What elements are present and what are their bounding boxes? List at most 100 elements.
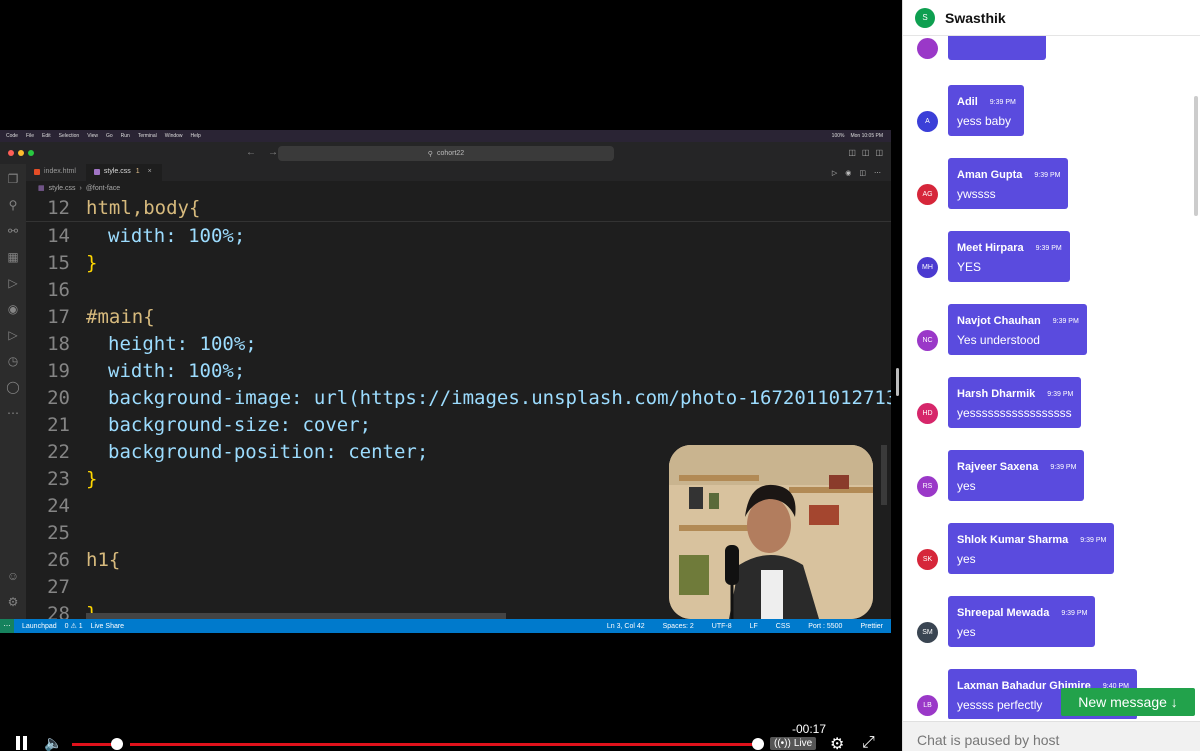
code-line: 21 background-size: cover; xyxy=(26,411,371,438)
status-encoding: UTF-8 xyxy=(711,622,732,630)
settings-gear-icon[interactable]: ⚙ xyxy=(830,734,844,751)
more-actions-icon: ⋯ xyxy=(874,169,881,177)
line-number: 27 xyxy=(47,575,70,598)
tab-label: style.css xyxy=(103,168,131,175)
tab-style-css: style.css 1 × xyxy=(85,164,162,181)
code-text: background-image: url(https://images.uns… xyxy=(108,386,891,409)
message-bubble: Navjot Chauhan 9:39 PM Yes understood xyxy=(948,304,1087,355)
status-eol: LF xyxy=(749,622,758,630)
chat-input[interactable]: Chat is paused by host xyxy=(903,721,1200,751)
code-text: height: 100%; xyxy=(108,332,257,355)
line-number: 25 xyxy=(47,521,70,544)
status-live-share: Live Share xyxy=(90,622,125,630)
code-line: 25 xyxy=(26,519,86,546)
vscode-titlebar: ← → ⚲ cohort22 ◫ ◫ ◫ xyxy=(0,142,891,164)
code-text: #main{ xyxy=(86,305,155,328)
editor-tabs: index.html style.css 1 × ▷ ◉ ◫ ⋯ xyxy=(26,164,891,181)
status-language: CSS xyxy=(775,622,791,630)
message-text: yesssssssssssssssss xyxy=(957,406,1072,420)
sender-name: Rajveer Saxena xyxy=(957,461,1039,473)
message-text: yess baby xyxy=(957,114,1012,128)
code-line: 14 width: 100%; xyxy=(26,222,245,249)
avatar: HD xyxy=(917,403,938,424)
avatar: AG xyxy=(917,184,938,205)
avatar: A xyxy=(917,111,938,132)
layout-icon: ◫ xyxy=(848,148,856,157)
code-line: 23} xyxy=(26,465,97,492)
new-message-button[interactable]: New message ↓ xyxy=(1061,688,1195,716)
menu-run: Run xyxy=(120,133,130,139)
code-line: 19 width: 100%; xyxy=(26,357,245,384)
message-text: Yes understood xyxy=(957,333,1040,347)
host-name: Swasthik xyxy=(945,9,1006,26)
search-icon: ⚲ xyxy=(8,198,18,212)
html-file-icon xyxy=(34,169,40,175)
chat-header: S Swasthik xyxy=(903,0,1200,36)
code-line: html,body{ xyxy=(86,197,201,219)
code-line: 26 h1{ xyxy=(26,546,120,573)
menu-window: Window xyxy=(164,133,183,139)
sticky-scroll-line: 12 html,body{ xyxy=(26,195,891,222)
chat-scrollbar[interactable] xyxy=(1194,96,1198,216)
line-number: 16 xyxy=(47,278,70,301)
message-text: yes xyxy=(957,552,976,566)
nav-arrows: ← → xyxy=(246,147,278,158)
avatar: S xyxy=(915,7,935,28)
line-number: 12 xyxy=(47,197,70,219)
close-tab-icon: × xyxy=(147,168,152,175)
status-port: Port : 5500 xyxy=(808,622,843,630)
minimize-window-icon xyxy=(18,150,24,156)
code-line: 17 #main{ xyxy=(26,303,155,330)
split-icon: ◫ xyxy=(875,148,883,157)
presenter-video xyxy=(669,445,873,619)
zoom-window-icon xyxy=(28,150,34,156)
seek-bar[interactable] xyxy=(130,743,758,746)
code-line: 18 height: 100%; xyxy=(26,330,257,357)
live-icon: ◉ xyxy=(845,169,852,177)
message-bubble: Harsh Dharmik 9:39 PM yesssssssssssssssss xyxy=(948,377,1082,428)
avatar: LB xyxy=(917,695,938,716)
forward-arrow-icon: → xyxy=(268,147,278,158)
code-text: } xyxy=(86,251,98,274)
back-arrow-icon: ← xyxy=(246,147,256,158)
avatar: SM xyxy=(917,622,938,643)
avatar: MH xyxy=(917,257,938,278)
panel-icon: ◫ xyxy=(861,148,870,157)
message-time: 9:39 PM xyxy=(1035,245,1062,252)
activity-bar: ❐ ⚲ ⚯ ▦ ▷ ◉ ▷ ◷ ◯ ⋯ ☺ ⚙ xyxy=(0,164,26,619)
message-text: YES xyxy=(957,260,982,274)
message-bubble: Shreepal Mewada 9:39 PM yes xyxy=(948,596,1096,647)
tab-index-html: index.html xyxy=(26,164,86,181)
message-time: 9:39 PM xyxy=(1050,464,1077,471)
pause-button[interactable] xyxy=(16,736,30,750)
volume-icon[interactable]: 🔈 xyxy=(44,734,63,751)
message-bubble: Aman Gupta 9:39 PM ywssss xyxy=(948,158,1069,209)
panel-resize-handle[interactable] xyxy=(896,368,899,396)
message-bubble: Meet Hirpara 9:39 PM YES xyxy=(948,231,1070,282)
clock-label: Mon 10:05 PM xyxy=(850,133,883,139)
css-file-icon xyxy=(93,169,100,175)
message-time: 9:39 PM xyxy=(989,99,1016,106)
github-icon: ◉ xyxy=(7,302,19,316)
sender-name: Navjot Chauhan xyxy=(957,315,1041,327)
more-icon: ⋯ xyxy=(7,406,19,420)
menu-file: File xyxy=(25,133,35,139)
command-center: ⚲ cohort22 xyxy=(278,146,614,161)
video-player[interactable]: Code File Edit Selection View Go Run Ter… xyxy=(0,0,902,751)
mac-menubar: Code File Edit Selection View Go Run Ter… xyxy=(0,130,891,142)
line-number: 22 xyxy=(47,440,70,463)
layout-icons: ◫ ◫ ◫ xyxy=(848,148,883,157)
pause-icon xyxy=(16,736,20,750)
code-text: background-size: cover; xyxy=(108,413,372,436)
message-text: ywssss xyxy=(957,187,996,201)
seek-knob[interactable] xyxy=(752,738,764,750)
remote-icon: ▷ xyxy=(8,328,18,342)
message-bubble: Rajveer Saxena 9:39 PM yes xyxy=(948,450,1085,501)
live-button[interactable]: ((•)) Live xyxy=(770,737,817,750)
volume-knob[interactable] xyxy=(111,738,123,750)
battery-label: 100% xyxy=(831,133,845,139)
fullscreen-icon[interactable]: ⤢ xyxy=(862,734,875,751)
line-number: 28 xyxy=(47,602,70,620)
debug-icon: ▷ xyxy=(8,276,18,290)
message-time: 9:39 PM xyxy=(1047,391,1074,398)
